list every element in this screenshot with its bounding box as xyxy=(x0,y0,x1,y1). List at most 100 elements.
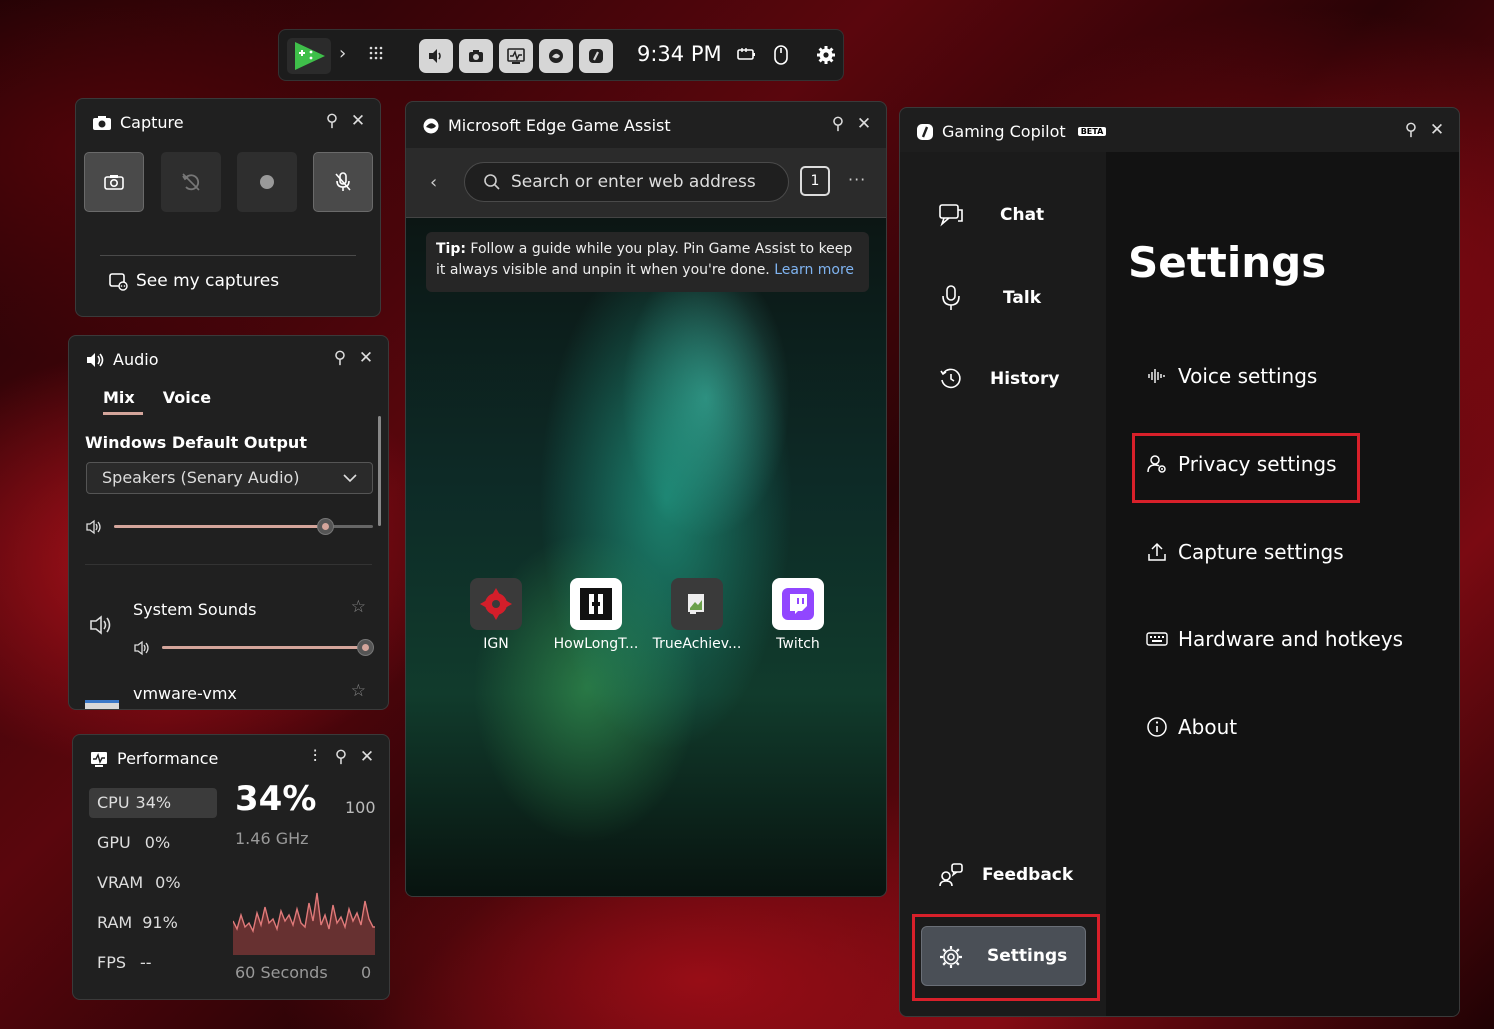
output-heading: Windows Default Output xyxy=(85,433,307,452)
settings-button[interactable]: Settings xyxy=(921,926,1086,986)
cpu-frequency: 1.46 GHz xyxy=(235,829,309,848)
widget-menu-icon[interactable] xyxy=(369,46,383,60)
about-link[interactable]: About xyxy=(1146,715,1237,739)
microphone-icon xyxy=(938,284,964,312)
performance-title: Performance xyxy=(89,749,218,768)
scrollbar[interactable] xyxy=(378,416,381,526)
screenshot-button[interactable] xyxy=(84,152,144,212)
capture-widget-button[interactable] xyxy=(459,39,493,73)
performance-widget-button[interactable] xyxy=(499,39,533,73)
graph-max-label: 100 xyxy=(345,798,376,817)
record-button[interactable] xyxy=(237,152,297,212)
metric-vram[interactable]: VRAM 0% xyxy=(89,868,217,898)
page-title: Settings xyxy=(1128,238,1327,287)
edge-widget-button[interactable] xyxy=(539,39,573,73)
close-icon[interactable]: ✕ xyxy=(359,747,375,767)
xbox-logo-icon[interactable] xyxy=(287,38,331,74)
graph-min-label: 0 xyxy=(361,963,372,982)
quick-link-trueachievements[interactable]: TrueAchiev... xyxy=(647,578,747,652)
search-icon xyxy=(483,173,501,191)
edge-icon xyxy=(422,117,440,135)
trueachievements-logo-icon xyxy=(671,578,723,630)
capture-settings-link[interactable]: Capture settings xyxy=(1146,540,1344,564)
master-volume-slider[interactable] xyxy=(114,518,373,535)
capture-title: Capture xyxy=(92,113,184,132)
chat-icon xyxy=(938,202,964,228)
copilot-sidebar xyxy=(900,152,1106,1016)
app-name-system-sounds: System Sounds xyxy=(133,600,257,619)
record-last-button[interactable] xyxy=(161,152,221,212)
close-icon[interactable]: ✕ xyxy=(856,114,872,134)
voice-settings-link[interactable]: Voice settings xyxy=(1146,364,1317,388)
tab-count-button[interactable]: 1 xyxy=(800,166,830,196)
cpu-usage-graph xyxy=(233,892,375,955)
pin-icon[interactable]: ⚲ xyxy=(830,114,846,134)
clock: 9:34 PM xyxy=(637,42,722,66)
privacy-icon xyxy=(1146,453,1168,475)
sound-wave-icon xyxy=(1146,367,1168,385)
vmware-app-icon xyxy=(85,698,119,709)
howlongtobeat-logo-icon xyxy=(570,578,622,630)
pin-icon[interactable]: ⚲ xyxy=(333,747,349,767)
history-icon xyxy=(938,366,964,392)
pin-icon[interactable]: ⚲ xyxy=(324,111,340,131)
twitch-logo-icon xyxy=(772,578,824,630)
quick-link-howlongtobeat[interactable]: HowLongT... xyxy=(546,578,646,652)
keyboard-icon xyxy=(1146,631,1168,647)
address-placeholder: Search or enter web address xyxy=(511,172,756,192)
mic-mute-button[interactable] xyxy=(313,152,373,212)
output-device-select[interactable]: Speakers (Senary Audio) xyxy=(86,462,373,494)
system-sounds-icon xyxy=(89,614,113,636)
nav-history[interactable]: History xyxy=(938,366,1059,392)
tab-voice[interactable]: Voice xyxy=(163,388,211,415)
nav-chat[interactable]: Chat xyxy=(938,202,1044,228)
camera-icon xyxy=(92,114,112,132)
tip-banner: Tip: Follow a guide while you play. Pin … xyxy=(426,232,869,292)
copilot-title: Gaming Copilot BETA xyxy=(916,122,1107,141)
learn-more-link[interactable]: Learn more xyxy=(774,262,854,278)
back-icon[interactable]: ‹ xyxy=(430,172,437,193)
audio-widget-button[interactable] xyxy=(419,39,453,73)
quick-link-ign[interactable]: IGN xyxy=(446,578,546,652)
divider xyxy=(100,255,356,256)
edge-game-assist-widget: Microsoft Edge Game Assist ⚲ ✕ ‹ Search … xyxy=(405,101,887,897)
pin-icon[interactable]: ⚲ xyxy=(332,348,348,368)
close-icon[interactable]: ✕ xyxy=(350,111,366,131)
close-icon[interactable]: ✕ xyxy=(1429,120,1445,140)
chevron-down-icon xyxy=(342,470,358,486)
edge-title: Microsoft Edge Game Assist xyxy=(422,116,671,135)
gear-icon[interactable] xyxy=(816,45,836,65)
see-captures-link[interactable]: See my captures xyxy=(108,271,279,291)
tab-mix[interactable]: Mix xyxy=(103,388,143,415)
game-bar: › 9:34 PM xyxy=(278,29,844,81)
quick-link-twitch[interactable]: Twitch xyxy=(748,578,848,652)
metric-gpu[interactable]: GPU 0% xyxy=(89,828,217,858)
system-sounds-volume-slider[interactable] xyxy=(162,639,374,656)
favorite-star-icon[interactable]: ☆ xyxy=(351,597,366,617)
favorite-star-icon[interactable]: ☆ xyxy=(351,681,366,701)
gaming-copilot-widget: Gaming Copilot BETA ⚲ ✕ Chat Talk Histor… xyxy=(899,107,1460,1017)
feedback-icon xyxy=(938,862,964,888)
hardware-hotkeys-link[interactable]: Hardware and hotkeys xyxy=(1146,627,1403,651)
metric-cpu[interactable]: CPU 34% xyxy=(89,788,217,818)
chevron-right-icon[interactable]: › xyxy=(339,43,346,64)
metric-ram[interactable]: RAM 91% xyxy=(89,908,217,938)
address-bar[interactable]: Search or enter web address xyxy=(464,162,789,202)
options-icon[interactable]: ⫶ xyxy=(307,747,323,767)
pin-icon[interactable]: ⚲ xyxy=(1403,120,1419,140)
divider xyxy=(85,564,372,565)
more-options-icon[interactable]: ··· xyxy=(848,170,866,189)
cpu-usage-value: 34% xyxy=(235,779,317,819)
audio-title: Audio xyxy=(85,350,158,369)
performance-widget: Performance ⫶ ⚲ ✕ CPU 34% GPU 0% VRAM 0% RA… xyxy=(72,734,390,1000)
close-icon[interactable]: ✕ xyxy=(358,348,374,368)
copilot-widget-button[interactable] xyxy=(579,39,613,73)
new-tab-page: Tip: Follow a guide while you play. Pin … xyxy=(406,218,886,896)
graph-window-label: 60 Seconds xyxy=(235,963,328,982)
nav-talk[interactable]: Talk xyxy=(938,284,1041,312)
metric-fps[interactable]: FPS -- xyxy=(89,948,217,978)
beta-badge: BETA xyxy=(1077,127,1107,136)
feedback-button[interactable]: Feedback xyxy=(938,862,1073,888)
battery-icon xyxy=(737,45,757,63)
privacy-settings-link[interactable]: Privacy settings xyxy=(1146,452,1337,476)
